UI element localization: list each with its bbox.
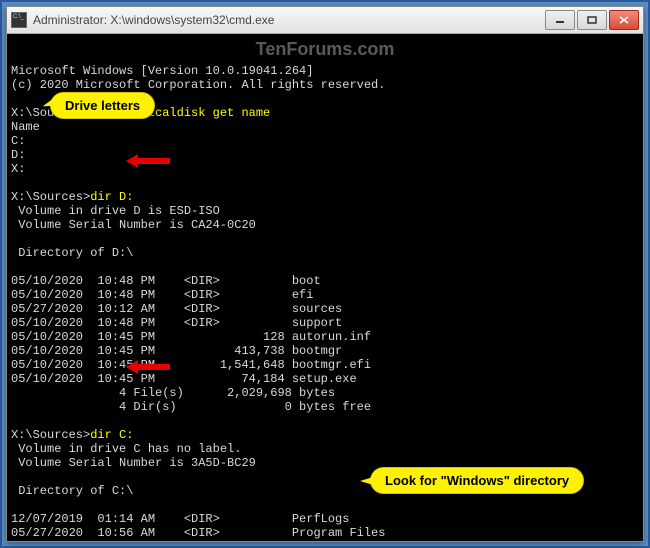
summary-row: 4 File(s) 2,029,698 bytes	[11, 386, 335, 400]
drive-row: C:	[11, 134, 25, 148]
dir-row: 05/27/2020 10:56 AM <DIR> Program Files	[11, 526, 385, 540]
dir-row: 05/10/2020 10:45 PM 74,184 setup.exe	[11, 372, 357, 386]
vol-label: Volume in drive C has no label.	[11, 442, 241, 456]
dir-row: 05/10/2020 10:48 PM <DIR> boot	[11, 274, 321, 288]
callout-drive-letters: Drive letters	[50, 92, 155, 119]
close-icon	[619, 16, 629, 24]
dir-of: Directory of C:\	[11, 484, 133, 498]
maximize-button[interactable]	[577, 10, 607, 30]
callout-look-for-windows: Look for "Windows" directory	[370, 467, 584, 494]
minimize-button[interactable]	[545, 10, 575, 30]
titlebar[interactable]: Administrator: X:\windows\system32\cmd.e…	[6, 6, 644, 34]
vol-serial: Volume Serial Number is CA24-0C20	[11, 218, 256, 232]
minimize-icon	[555, 16, 565, 24]
close-button[interactable]	[609, 10, 639, 30]
cmd-window: Administrator: X:\windows\system32\cmd.e…	[6, 6, 644, 542]
dir-row: 06/08/2020 10:42 AM <DIR> Program Files …	[11, 540, 429, 542]
cmd-2: dir D:	[90, 190, 133, 204]
prompt-3: X:\Sources>	[11, 428, 90, 442]
dir-of: Directory of D:\	[11, 246, 133, 260]
window-title: Administrator: X:\windows\system32\cmd.e…	[33, 13, 543, 27]
col-header: Name	[11, 120, 40, 134]
callout-text: Drive letters	[65, 98, 140, 113]
dir-row: 05/27/2020 10:12 AM <DIR> sources	[11, 302, 342, 316]
version-line: Microsoft Windows [Version 10.0.19041.26…	[11, 64, 313, 78]
dir-row: 05/10/2020 10:48 PM <DIR> support	[11, 316, 342, 330]
cmd-icon	[11, 12, 27, 28]
vol-serial: Volume Serial Number is 3A5D-BC29	[11, 456, 256, 470]
dir-row: 05/10/2020 10:45 PM 1,541,648 bootmgr.ef…	[11, 358, 371, 372]
cmd-3: dir C:	[90, 428, 133, 442]
drive-row: X:	[11, 162, 25, 176]
window-controls	[543, 10, 639, 30]
prompt-2: X:\Sources>	[11, 190, 90, 204]
vol-label: Volume in drive D is ESD-ISO	[11, 204, 220, 218]
copyright-line: (c) 2020 Microsoft Corporation. All righ…	[11, 78, 385, 92]
watermark-text: TenForums.com	[256, 42, 395, 56]
summary-row: 4 Dir(s) 0 bytes free	[11, 400, 371, 414]
dir-row: 05/10/2020 10:48 PM <DIR> efi	[11, 288, 313, 302]
maximize-icon	[587, 16, 597, 24]
red-arrow-icon	[126, 360, 170, 374]
drive-row: D:	[11, 148, 25, 162]
callout-pointer-icon	[360, 475, 380, 487]
callout-text: Look for "Windows" directory	[385, 473, 569, 488]
dir-row: 05/10/2020 10:45 PM 413,738 bootmgr	[11, 344, 342, 358]
red-arrow-icon	[126, 154, 170, 168]
dir-row: 05/10/2020 10:45 PM 128 autorun.inf	[11, 330, 371, 344]
dir-row: 12/07/2019 01:14 AM <DIR> PerfLogs	[11, 512, 349, 526]
